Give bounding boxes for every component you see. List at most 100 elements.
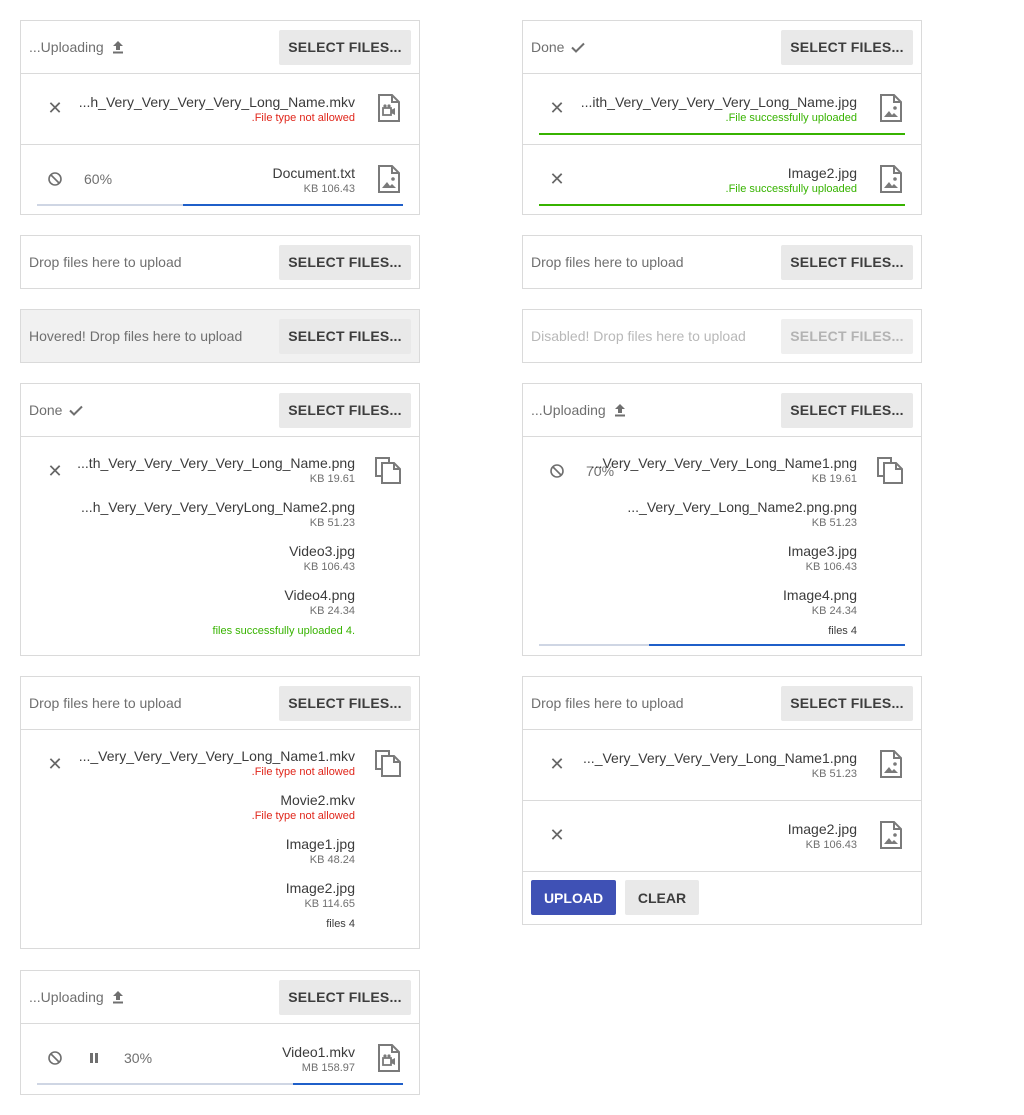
upload-panel-done-multi: Done SELECT FILES... ✕ ...th_Very_Very_V… [20, 383, 420, 656]
status-text: Done [29, 402, 63, 418]
file-success-message: .File successfully uploaded [725, 112, 857, 124]
files-icon [373, 747, 403, 777]
remove-icon[interactable]: ✕ [549, 99, 565, 117]
image-file-icon [875, 820, 905, 850]
select-files-button[interactable]: SELECT FILES... [279, 685, 411, 721]
file-name: ..._Very_Very_Very_Very_Long_Name1.mkv [78, 748, 355, 764]
cancel-icon[interactable] [47, 171, 63, 187]
file-size: KB 106.43 [303, 561, 355, 573]
batch-summary: files successfully uploaded 4. [212, 625, 355, 637]
success-line [539, 204, 905, 206]
select-files-button[interactable]: SELECT FILES... [781, 244, 913, 280]
file-name: ..._Very_Very_Very_Very_Long_Name1.png [583, 750, 857, 766]
upload-panel-errors: Drop files here to upload SELECT FILES..… [20, 676, 420, 949]
status-text: Done [531, 39, 565, 55]
upload-panel-uploading-2: ...Uploading SELECT FILES... 30% Video1.… [20, 970, 420, 1095]
dropzone-hint: Disabled! Drop files here to upload [531, 328, 746, 344]
remove-icon[interactable]: ✕ [47, 99, 63, 117]
dropzone-hint: Drop files here to upload [29, 254, 182, 270]
file-batch: 70% ...Very_Very_Very_Very_Long_Name1.pn… [523, 436, 921, 655]
success-line [539, 133, 905, 135]
file-name: Image2.jpg [787, 821, 857, 837]
file-name: Image2.jpg [285, 880, 355, 896]
upload-header: ...Uploading SELECT FILES... [21, 971, 419, 1023]
file-validation-error: .File type not allowed [251, 112, 355, 124]
dropzone[interactable]: Drop files here to upload SELECT FILES..… [523, 677, 921, 729]
file-name: ...h_Very_Very_Very_Very_Long_Name.mkv [78, 94, 355, 110]
file-name: ...h_Very_Very_Very_VeryLong_Name2.png [81, 499, 355, 515]
file-name: Document.txt [272, 165, 355, 181]
select-files-button[interactable]: SELECT FILES... [279, 244, 411, 280]
file-validation-error: .File type not allowed [251, 766, 355, 778]
file-size: KB 19.61 [309, 473, 355, 485]
batch-summary: files 4 [828, 625, 857, 637]
cancel-icon[interactable] [549, 463, 565, 479]
file-item: ✕ Image2.jpg KB 106.43 [523, 800, 921, 871]
upload-header: Done SELECT FILES... [523, 21, 921, 73]
file-size: KB 24.34 [811, 605, 857, 617]
file-name: Image2.jpg [787, 165, 857, 181]
file-item: 30% Video1.mkv MB 158.97 [21, 1023, 419, 1094]
upload-status: ...Uploading [531, 402, 781, 418]
file-size: MB 158.97 [301, 1062, 355, 1074]
clear-button[interactable]: CLEAR [625, 880, 699, 915]
pause-icon[interactable] [86, 1050, 102, 1066]
file-size: KB 24.34 [309, 605, 355, 617]
progress-bar [37, 204, 403, 206]
progress-fill [648, 644, 905, 646]
upload-actions: UPLOAD CLEAR [523, 871, 921, 924]
progress-percent: 60% [84, 171, 113, 187]
file-size: KB 51.23 [811, 768, 857, 780]
upload-status: Done [29, 402, 279, 418]
image-file-icon [875, 164, 905, 194]
upload-icon [612, 402, 628, 418]
file-size: KB 51.23 [811, 517, 857, 529]
check-icon [68, 402, 84, 418]
select-files-button[interactable]: SELECT FILES... [279, 29, 411, 65]
select-files-button[interactable]: SELECT FILES... [279, 318, 411, 354]
select-files-button[interactable]: SELECT FILES... [781, 685, 913, 721]
progress-percent: 30% [124, 1050, 153, 1066]
select-files-button[interactable]: SELECT FILES... [781, 29, 913, 65]
file-size: KB 114.65 [304, 898, 355, 910]
dropzone[interactable]: Drop files here to upload SELECT FILES..… [523, 236, 921, 288]
select-files-button[interactable]: SELECT FILES... [279, 392, 411, 428]
file-item: ✕ ...ith_Very_Very_Very_Very_Long_Name.j… [523, 73, 921, 144]
cancel-icon[interactable] [47, 1050, 63, 1066]
dropzone[interactable]: Drop files here to upload SELECT FILES..… [21, 677, 419, 729]
remove-icon[interactable]: ✕ [47, 462, 63, 480]
remove-icon[interactable]: ✕ [549, 826, 565, 844]
file-batch: ✕ ..._Very_Very_Very_Very_Long_Name1.mkv… [21, 729, 419, 948]
dropzone-hovered[interactable]: Hovered! Drop files here to upload SELEC… [21, 310, 419, 362]
file-item: ✕ Image2.jpg .File successfully uploaded [523, 144, 921, 214]
upload-panel-manual: Drop files here to upload SELECT FILES..… [522, 676, 922, 925]
dropzone-hint: Drop files here to upload [29, 695, 182, 711]
upload-status: ...Uploading [29, 39, 279, 55]
file-item: ✕ ..._Very_Very_Very_Very_Long_Name1.png… [523, 729, 921, 800]
upload-header: ...Uploading SELECT FILES... [523, 384, 921, 436]
select-files-button[interactable]: SELECT FILES... [781, 392, 913, 428]
remove-icon[interactable]: ✕ [47, 755, 63, 773]
upload-button[interactable]: UPLOAD [531, 880, 616, 915]
select-files-button[interactable]: SELECT FILES... [279, 979, 411, 1015]
upload-panel-hovered: Hovered! Drop files here to upload SELEC… [20, 309, 420, 363]
status-text: ...Uploading [29, 39, 104, 55]
dropzone-hint: Drop files here to upload [531, 254, 684, 270]
file-size: KB 19.61 [811, 473, 857, 485]
check-icon [570, 39, 586, 55]
files-icon [875, 454, 905, 484]
remove-icon[interactable]: ✕ [549, 170, 565, 188]
file-name: ..._Very_Very_Long_Name2.png.png [627, 499, 857, 515]
progress-bar [539, 644, 905, 646]
video-file-icon [373, 1043, 403, 1073]
file-name: Image4.png [783, 587, 857, 603]
remove-icon[interactable]: ✕ [549, 755, 565, 773]
file-name: ...th_Very_Very_Very_Very_Long_Name.png [77, 455, 355, 471]
file-name: Video1.mkv [282, 1044, 355, 1060]
file-name: Image1.jpg [285, 836, 355, 852]
upload-panel-empty-2: Drop files here to upload SELECT FILES..… [522, 235, 922, 289]
dropzone[interactable]: Drop files here to upload SELECT FILES..… [21, 236, 419, 288]
file-name: Image3.jpg [787, 543, 857, 559]
upload-panel-disabled: Disabled! Drop files here to upload SELE… [522, 309, 922, 363]
upload-icon [110, 39, 126, 55]
